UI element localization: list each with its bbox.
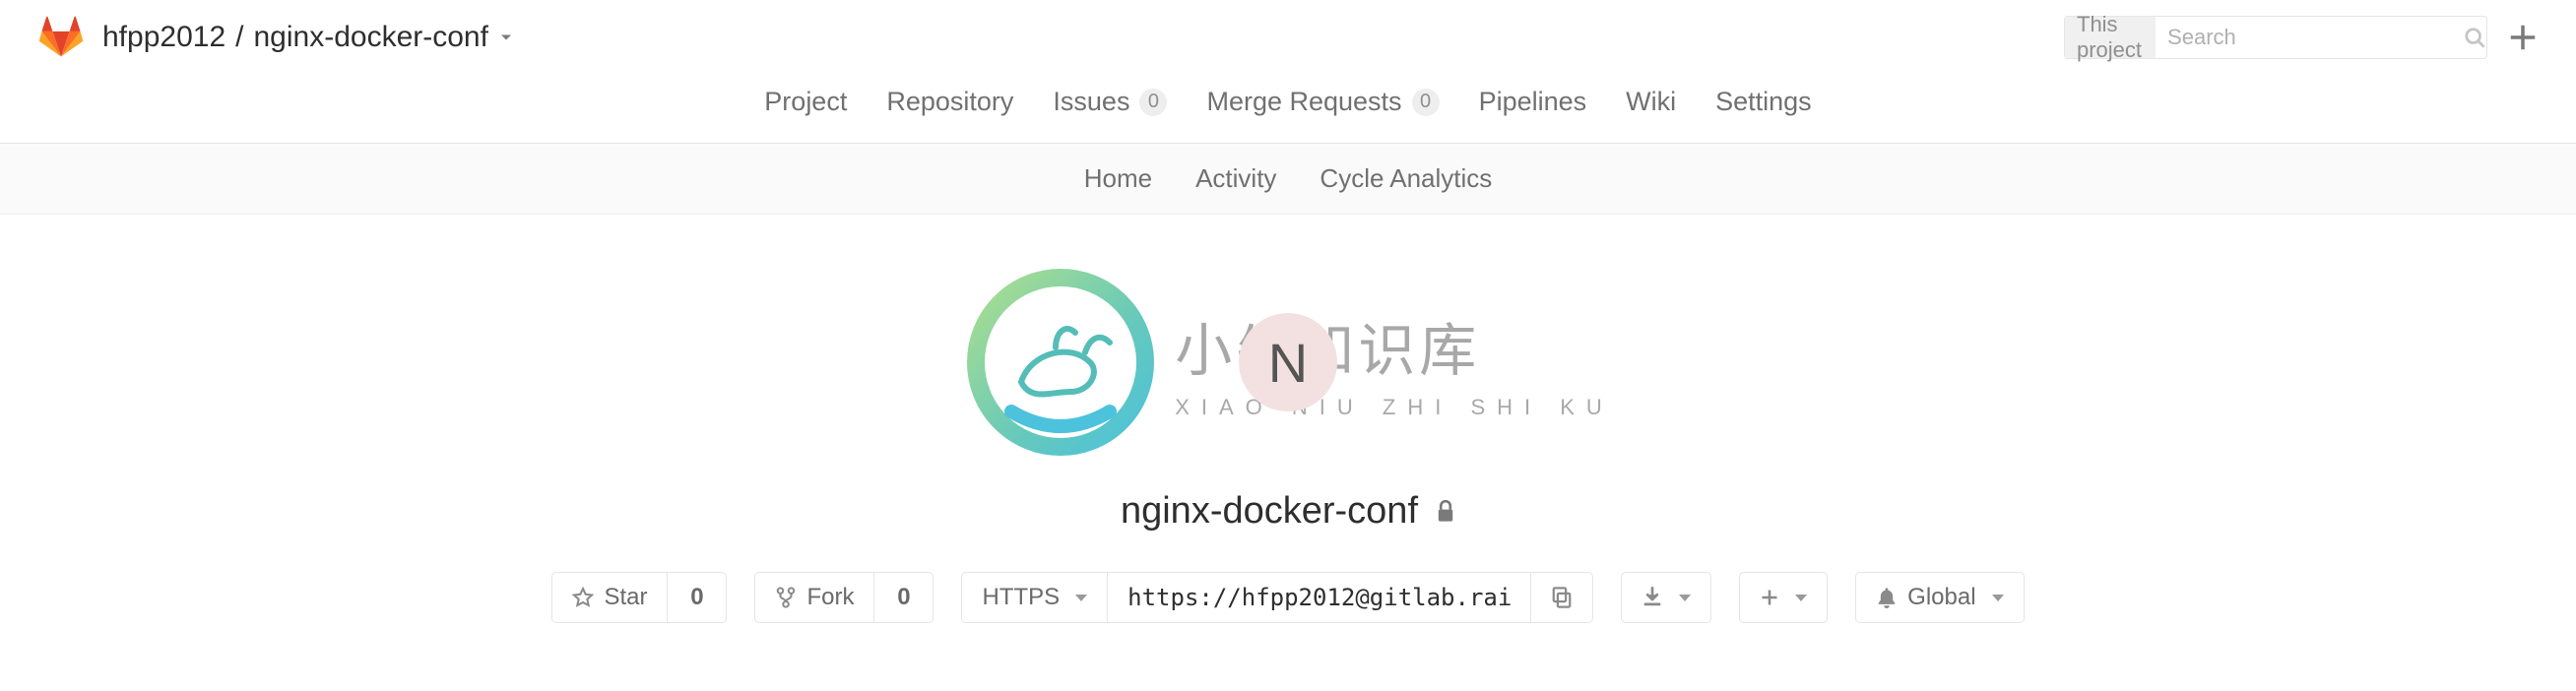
download-icon: [1642, 587, 1663, 608]
star-count[interactable]: 0: [668, 572, 727, 623]
actions-row: Star 0 Fork 0 HTTPS Global: [0, 572, 2576, 662]
fork-count[interactable]: 0: [874, 572, 934, 623]
protocol-dropdown[interactable]: HTTPS: [961, 572, 1108, 623]
star-group: Star 0: [551, 572, 727, 623]
nav-repository[interactable]: Repository: [886, 87, 1013, 117]
new-button[interactable]: [2509, 24, 2537, 51]
nav-project[interactable]: Project: [764, 87, 847, 117]
nav-issues[interactable]: Issues 0: [1053, 87, 1167, 117]
breadcrumb-project: nginx-docker-conf: [253, 21, 487, 54]
search-box: This project: [2064, 16, 2487, 59]
chevron-down-icon: [496, 28, 516, 47]
main-nav: Project Repository Issues 0 Merge Reques…: [0, 59, 2576, 144]
search-scope[interactable]: This project: [2065, 17, 2156, 58]
project-avatar: N: [1239, 313, 1337, 411]
fork-button[interactable]: Fork: [754, 572, 874, 623]
nav-mr-count: 0: [1412, 89, 1440, 116]
plus-icon: [2509, 24, 2537, 51]
chevron-down-icon: [1992, 595, 2004, 601]
create-new-dropdown[interactable]: [1739, 572, 1828, 623]
breadcrumb-owner[interactable]: hfpp2012: [102, 21, 225, 54]
star-icon: [572, 587, 594, 608]
star-button[interactable]: Star: [551, 572, 668, 623]
copy-url-button[interactable]: [1531, 572, 1593, 623]
nav-pipelines[interactable]: Pipelines: [1479, 87, 1587, 117]
header-right: This project: [2064, 16, 2537, 59]
subnav-home[interactable]: Home: [1084, 163, 1152, 194]
nav-issues-label: Issues: [1053, 87, 1129, 117]
notification-label: Global: [1907, 584, 1975, 611]
nav-issues-count: 0: [1139, 89, 1167, 116]
search-input[interactable]: [2156, 25, 2463, 50]
chevron-down-icon: [1679, 595, 1691, 601]
sub-nav: Home Activity Cycle Analytics: [0, 144, 2576, 215]
subnav-activity[interactable]: Activity: [1195, 163, 1276, 194]
fork-label: Fork: [806, 584, 854, 611]
plus-icon: [1760, 588, 1779, 607]
nav-merge-requests[interactable]: Merge Requests 0: [1206, 87, 1439, 117]
chevron-down-icon: [1075, 595, 1087, 601]
project-hero: 小牛知识库 XIAO NIU ZHI SHI KU N: [0, 215, 2576, 510]
breadcrumb-separator: /: [235, 21, 243, 54]
breadcrumb: hfpp2012 / nginx-docker-conf: [102, 21, 516, 54]
fork-group: Fork 0: [754, 572, 934, 623]
bell-icon: [1876, 587, 1898, 608]
fork-icon: [775, 587, 797, 608]
header: hfpp2012 / nginx-docker-conf This projec…: [0, 0, 2576, 59]
copy-icon: [1551, 587, 1573, 608]
watermark-logo-icon: [962, 264, 1159, 461]
download-dropdown[interactable]: [1621, 572, 1711, 623]
gitlab-logo-icon[interactable]: [39, 16, 83, 59]
chevron-down-icon: [1795, 595, 1807, 601]
nav-mr-label: Merge Requests: [1206, 87, 1401, 117]
search-icon[interactable]: [2463, 27, 2486, 48]
watermark-pinyin: XIAO NIU ZHI SHI KU: [1175, 395, 1614, 420]
notification-dropdown[interactable]: Global: [1855, 572, 2024, 623]
protocol-label: HTTPS: [982, 584, 1060, 611]
subnav-cycle-analytics[interactable]: Cycle Analytics: [1320, 163, 1492, 194]
star-label: Star: [604, 584, 647, 611]
breadcrumb-project-dropdown[interactable]: nginx-docker-conf: [253, 21, 515, 54]
nav-settings[interactable]: Settings: [1715, 87, 1812, 117]
nav-wiki[interactable]: Wiki: [1626, 87, 1676, 117]
clone-url-input[interactable]: [1108, 572, 1531, 623]
clone-group: HTTPS: [961, 572, 1593, 623]
